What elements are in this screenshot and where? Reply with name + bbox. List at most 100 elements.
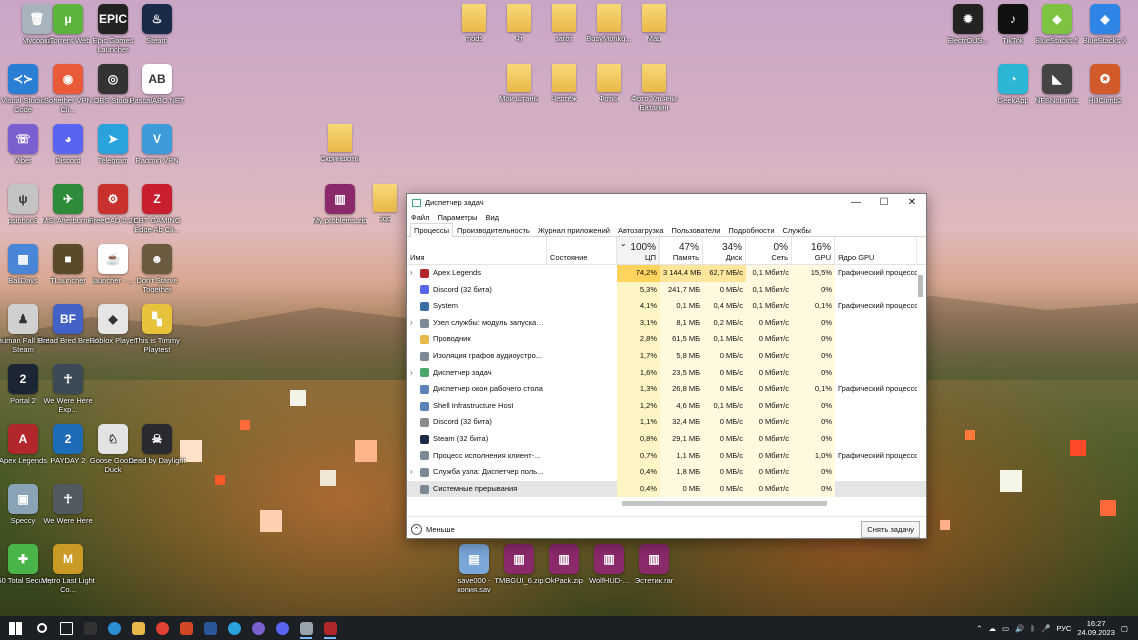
title-bar[interactable]: Диспетчер задач — ☐ ✕: [407, 194, 926, 211]
menu-item[interactable]: Вид: [485, 213, 499, 222]
task-view-icon[interactable]: [54, 616, 78, 640]
chrome-icon[interactable]: [150, 616, 174, 640]
desktop-folder[interactable]: Скриншоты: [309, 124, 371, 163]
desktop-icon[interactable]: ◈ BlueStacks X: [1074, 4, 1136, 45]
process-row[interactable]: › Узел службы: модуль запуска ... 3,1% 8,1 …: [407, 314, 926, 332]
header-memory[interactable]: 47% Память: [660, 237, 703, 264]
tab[interactable]: Производительность: [453, 223, 534, 236]
folder-label: загот: [555, 34, 573, 43]
desktop-icon[interactable]: ♨ Steam: [126, 4, 188, 45]
horizontal-scrollbar[interactable]: [407, 498, 926, 508]
mic-icon[interactable]: 🎤: [1041, 624, 1050, 633]
app-icon: ▥: [549, 544, 579, 574]
app-icon: ψ: [8, 184, 38, 214]
process-row[interactable]: Shell Infrastructure Host 1,2% 4,6 МБ 0,1 М…: [407, 397, 926, 415]
desktop-icon-label: psiphon3: [7, 216, 39, 225]
vertical-scrollbar[interactable]: [918, 267, 924, 496]
desktop-icon[interactable]: V Radmin VPN: [126, 124, 188, 165]
desktop-folder[interactable]: Фото Ульяны Батанин: [623, 64, 685, 112]
volume-icon[interactable]: 🔊: [1015, 624, 1024, 633]
process-name-cell: Изоляция графов аудиоустро...: [407, 348, 547, 365]
expand-chevron-icon[interactable]: ›: [410, 365, 420, 382]
network-icon[interactable]: ▭: [1002, 624, 1009, 633]
epic-games-icon[interactable]: [78, 616, 102, 640]
chevron-up-icon[interactable]: ⌃: [976, 624, 982, 633]
notifications-icon[interactable]: ▢: [1121, 624, 1128, 633]
process-row[interactable]: Изоляция графов аудиоустро... 1,7% 5,8 МБ 0…: [407, 347, 926, 365]
process-row[interactable]: Процесс исполнения клиент-... 0,7% 1,1 МБ 0…: [407, 447, 926, 465]
search-icon[interactable]: [30, 616, 54, 640]
process-disk: 0 МБ/с: [703, 414, 746, 431]
fewer-details-button[interactable]: ⌃ Меньше: [411, 524, 455, 535]
process-row[interactable]: System 4,1% 0,1 МБ 0,4 МБ/с 0,1 Мбит/с 0,1% Гр…: [407, 298, 926, 315]
clock[interactable]: 16:27 24.09.2023: [1077, 619, 1115, 637]
minimize-button[interactable]: —: [842, 194, 870, 211]
tab[interactable]: Автозагрузка: [614, 223, 668, 236]
desktop-icon[interactable]: ▚ This is Timmy Playtest: [126, 304, 188, 354]
process-row[interactable]: Диспетчер окон рабочего стола 1,3% 26,8 МБ…: [407, 381, 926, 398]
task-manager-window[interactable]: Диспетчер задач — ☐ ✕ Файл Параметры Вид П…: [406, 193, 927, 539]
apex-legends-icon[interactable]: [318, 616, 342, 640]
horizontal-scrollbar-thumb[interactable]: [622, 501, 827, 506]
header-cpu[interactable]: ⌄ 100% ЦП: [617, 237, 660, 264]
edge-icon[interactable]: [102, 616, 126, 640]
end-task-button[interactable]: Снять задачу: [861, 521, 920, 538]
task-manager-icon[interactable]: [294, 616, 318, 640]
process-row[interactable]: › Диспетчер задач 1,6% 23,5 МБ 0 МБ/с 0 Мбит/…: [407, 364, 926, 382]
process-gpu-engine: Графический процессор: [838, 268, 917, 277]
process-row[interactable]: › Apex Legends 74,2% 3 144,4 МБ 62,7 МБ/с 0,1…: [407, 265, 926, 282]
tab[interactable]: Пользователи: [667, 223, 724, 236]
process-row[interactable]: Steam (32 бита) 0,8% 29,1 МБ 0 МБ/с 0 Мбит/с…: [407, 430, 926, 448]
desktop-icon[interactable]: ☻ Don't Starve Together: [126, 244, 188, 294]
process-row[interactable]: Discord (32 бита) 1,1% 32,4 МБ 0 МБ/с 0 Мбит…: [407, 414, 926, 431]
bluetooth-icon[interactable]: ᛒ: [1030, 624, 1035, 633]
expand-chevron-icon[interactable]: ›: [410, 464, 420, 481]
desktop-folder[interactable]: Мар: [623, 4, 685, 43]
windows-start-icon[interactable]: [0, 616, 30, 640]
header-gpu-engine[interactable]: Ядро GPU: [835, 237, 917, 264]
tab[interactable]: Службы: [779, 223, 815, 236]
desktop-icon[interactable]: ☥ We Were Here: [37, 484, 99, 525]
header-disk[interactable]: 34% Диск: [703, 237, 746, 264]
viber-icon[interactable]: [246, 616, 270, 640]
header-state[interactable]: Состояние: [547, 237, 617, 264]
process-row[interactable]: Системные прерывания 0,4% 0 МБ 0 МБ/с 0 Мбит…: [407, 480, 926, 498]
desktop-icon[interactable]: AB PascalABC.NET: [126, 64, 188, 105]
maximize-button[interactable]: ☐: [870, 194, 898, 211]
discord-icon[interactable]: [270, 616, 294, 640]
scrollbar-thumb[interactable]: [918, 275, 923, 297]
expand-chevron-icon[interactable]: ›: [410, 315, 420, 332]
word-icon[interactable]: [198, 616, 222, 640]
process-row[interactable]: › Служба узла: Диспетчер поль... 0,4% 1,8 М…: [407, 464, 926, 481]
process-mem: 5,8 МБ: [660, 347, 703, 365]
process-name-cell: › Диспетчер задач: [407, 365, 547, 382]
process-name-cell: Shell Infrastructure Host: [407, 398, 547, 415]
taskbar-glyph: [8, 621, 22, 635]
process-row[interactable]: Discord (32 бита) 5,3% 241,7 МБ 0 МБ/с 0,1 М…: [407, 281, 926, 299]
header-gpu[interactable]: 16% GPU: [792, 237, 835, 264]
desktop-icon[interactable]: Z CBT GAMING Edge Ab Cli...: [126, 184, 188, 234]
tab[interactable]: Журнал приложений: [534, 223, 614, 236]
close-button[interactable]: ✕: [898, 194, 926, 211]
onedrive-icon[interactable]: ☁: [989, 624, 997, 633]
file-explorer-icon[interactable]: [126, 616, 150, 640]
telegram-icon[interactable]: [222, 616, 246, 640]
menu-item[interactable]: Файл: [411, 213, 429, 222]
powerpoint-icon[interactable]: [174, 616, 198, 640]
process-list[interactable]: › Apex Legends 74,2% 3 144,4 МБ 62,7 МБ/с 0,1…: [407, 265, 926, 498]
desktop-icon[interactable]: ✪ HillClimb2: [1074, 64, 1136, 105]
language-indicator[interactable]: РУС: [1056, 624, 1071, 633]
desktop-icon[interactable]: ☠ Dead by Daylight: [126, 424, 188, 465]
menu-item[interactable]: Параметры: [437, 213, 477, 222]
header-name[interactable]: Имя: [407, 237, 547, 264]
desktop-icon[interactable]: ☥ We Were Here Exp...: [37, 364, 99, 414]
folder-icon: [642, 64, 666, 92]
process-name-cell: Системные прерывания: [407, 481, 547, 498]
tab[interactable]: Процессы: [410, 223, 454, 237]
header-network[interactable]: 0% Сеть: [746, 237, 792, 264]
tab[interactable]: Подробности: [724, 223, 778, 236]
process-row[interactable]: Проводник 2,8% 61,5 МБ 0,1 МБ/с 0 Мбит/с 0%: [407, 331, 926, 348]
desktop-icon[interactable]: ▥ Эстетик.rar: [623, 544, 685, 585]
desktop-icon[interactable]: M Metro Last Light Co...: [37, 544, 99, 594]
expand-chevron-icon[interactable]: ›: [410, 265, 420, 282]
